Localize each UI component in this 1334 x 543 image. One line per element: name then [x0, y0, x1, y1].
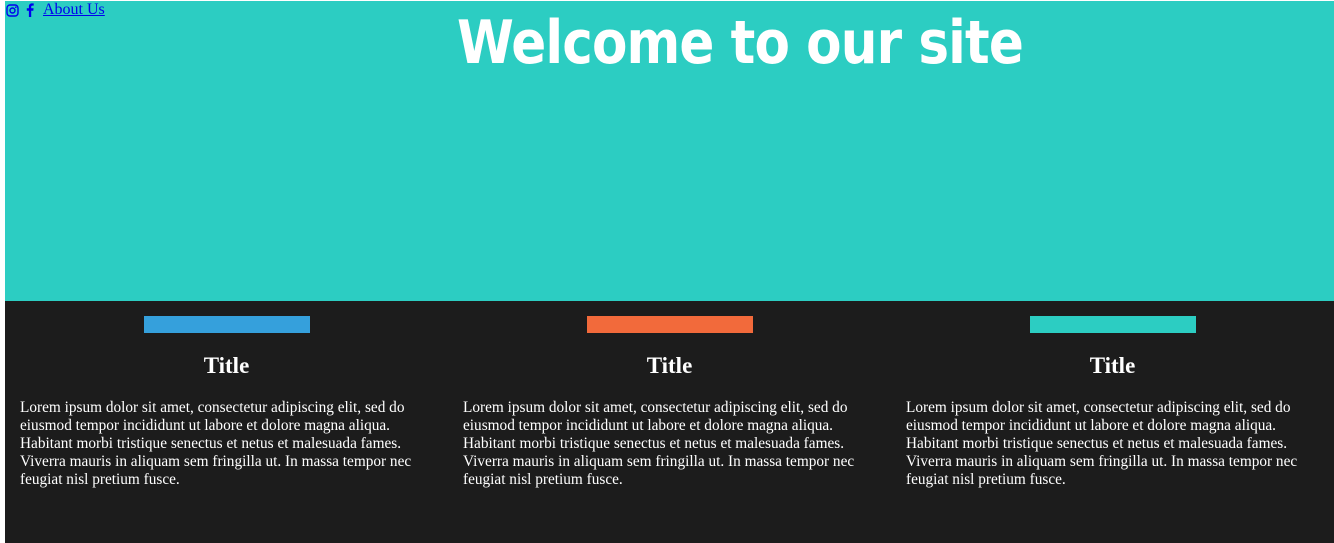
feature-card-3: Title Lorem ipsum dolor sit amet, consec… — [891, 301, 1334, 543]
instagram-icon[interactable] — [5, 2, 19, 18]
feature-accent-bar — [143, 316, 310, 333]
feature-card-1: Title Lorem ipsum dolor sit amet, consec… — [5, 301, 448, 543]
top-nav: About Us — [5, 1, 105, 19]
feature-card-2: Title Lorem ipsum dolor sit amet, consec… — [448, 301, 891, 543]
feature-title: Title — [646, 353, 693, 378]
about-us-link[interactable]: About Us — [43, 1, 105, 19]
facebook-icon[interactable] — [23, 2, 37, 18]
feature-accent-bar — [586, 316, 753, 333]
features-section: Title Lorem ipsum dolor sit amet, consec… — [5, 301, 1334, 543]
hero-section: About Us Welcome to our site — [5, 1, 1334, 301]
page: About Us Welcome to our site Title Lorem… — [5, 1, 1334, 543]
feature-accent-bar — [1029, 316, 1196, 333]
feature-title: Title — [1089, 353, 1136, 378]
hero-title: Welcome to our site — [457, 8, 1024, 78]
feature-body: Lorem ipsum dolor sit amet, consectetur … — [20, 399, 412, 488]
feature-title: Title — [203, 353, 250, 378]
feature-body: Lorem ipsum dolor sit amet, consectetur … — [463, 399, 855, 488]
feature-body: Lorem ipsum dolor sit amet, consectetur … — [906, 399, 1298, 488]
